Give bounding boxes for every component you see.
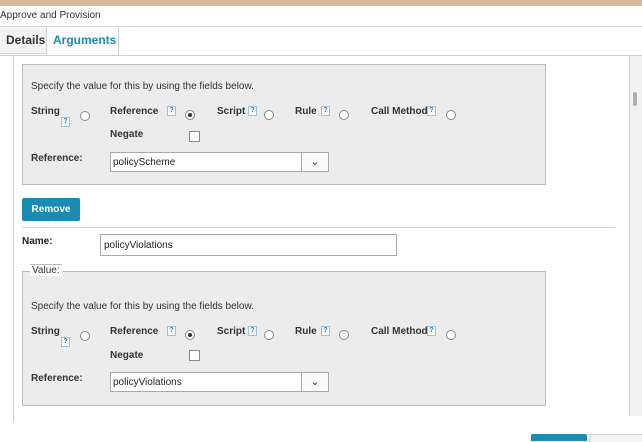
value-panel-1: Specify the value for this by using the … xyxy=(22,64,546,185)
option-rule-label: Rule xyxy=(295,326,317,337)
arguments-content: Specify the value for this by using the … xyxy=(0,56,628,422)
tab-bar: Details Arguments xyxy=(0,27,642,56)
negate-checkbox[interactable] xyxy=(189,131,200,142)
reference-select-value: policyViolations xyxy=(113,377,182,388)
vertical-scrollbar[interactable] xyxy=(629,56,642,416)
argument-divider xyxy=(22,227,615,228)
chevron-down-icon[interactable]: ⌄ xyxy=(301,153,328,171)
scrollbar-thumb[interactable] xyxy=(633,92,637,106)
tab-arguments[interactable]: Arguments xyxy=(47,27,119,55)
negate-label: Negate xyxy=(110,350,144,361)
option-call-method-label: Call Method xyxy=(371,106,428,117)
negate-label: Negate xyxy=(110,129,144,140)
string-help-icon[interactable]: ? xyxy=(61,337,70,347)
panel-instructions: Specify the value for this by using the … xyxy=(31,81,254,92)
panel-instructions: Specify the value for this by using the … xyxy=(31,301,254,312)
option-script-label: Script xyxy=(217,106,246,117)
value-legend: Value: xyxy=(30,264,62,276)
option-string-label: String xyxy=(31,326,60,337)
script-help-icon[interactable]: ? xyxy=(248,106,257,116)
argument-name-input[interactable]: policyViolations xyxy=(100,234,397,256)
option-string-label: String xyxy=(31,106,60,117)
dialog-title: Approve and Provision xyxy=(0,10,101,21)
radio-reference[interactable] xyxy=(185,330,195,340)
rule-help-icon[interactable]: ? xyxy=(321,106,330,116)
radio-rule[interactable] xyxy=(339,110,349,120)
reference-select[interactable]: policyScheme ⌄ xyxy=(110,152,329,172)
content-left-border xyxy=(13,56,14,422)
radio-string[interactable] xyxy=(80,111,90,121)
option-script-label: Script xyxy=(217,326,246,337)
string-help-icon[interactable]: ? xyxy=(61,117,70,127)
reference-field-label: Reference: xyxy=(31,153,83,164)
radio-call-method[interactable] xyxy=(446,110,456,120)
negate-checkbox[interactable] xyxy=(189,350,200,361)
reference-help-icon[interactable]: ? xyxy=(167,326,176,336)
footer-primary-button[interactable] xyxy=(531,434,587,441)
option-reference-label: Reference xyxy=(110,326,159,337)
script-help-icon[interactable]: ? xyxy=(248,326,257,336)
call-method-help-icon[interactable]: ? xyxy=(427,106,436,116)
remove-argument-button[interactable]: Remove xyxy=(22,198,80,221)
argument-name-value: policyViolations xyxy=(104,240,173,251)
option-reference-label: Reference xyxy=(110,106,159,117)
call-method-help-icon[interactable]: ? xyxy=(427,326,436,336)
radio-script[interactable] xyxy=(264,330,274,340)
value-panel-2: Specify the value for this by using the … xyxy=(22,271,546,406)
reference-field-label: Reference: xyxy=(31,373,83,384)
radio-string[interactable] xyxy=(80,331,90,341)
radio-call-method[interactable] xyxy=(446,330,456,340)
option-call-method-label: Call Method xyxy=(371,326,428,337)
tab-details[interactable]: Details xyxy=(0,27,47,54)
radio-script[interactable] xyxy=(264,110,274,120)
radio-rule[interactable] xyxy=(339,330,349,340)
argument-name-label: Name: xyxy=(22,236,53,247)
chevron-down-icon[interactable]: ⌄ xyxy=(301,373,328,391)
radio-reference[interactable] xyxy=(185,110,195,120)
rule-help-icon[interactable]: ? xyxy=(321,326,330,336)
option-rule-label: Rule xyxy=(295,106,317,117)
dialog-title-bar: Approve and Provision xyxy=(0,6,642,27)
reference-select[interactable]: policyViolations ⌄ xyxy=(110,372,329,392)
reference-help-icon[interactable]: ? xyxy=(167,106,176,116)
reference-select-value: policyScheme xyxy=(113,157,176,168)
